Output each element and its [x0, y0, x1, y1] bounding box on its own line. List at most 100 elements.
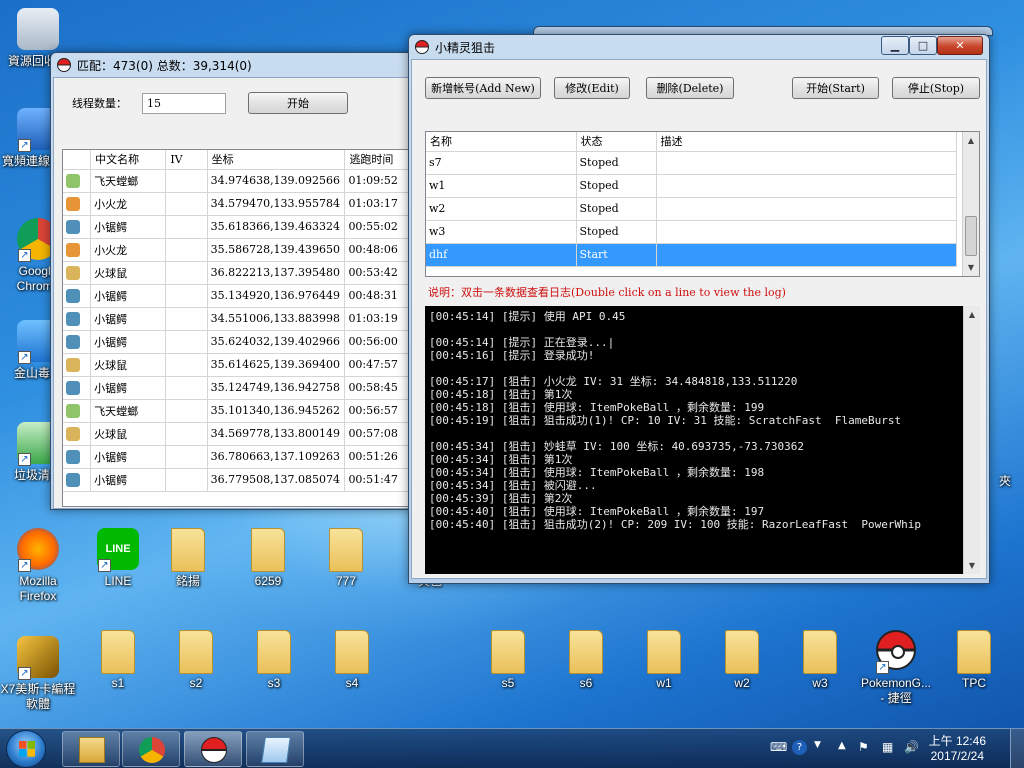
table-row[interactable]: 火球鼠 35.614625,139.369400 00:47:57	[63, 353, 414, 377]
show-desktop-button[interactable]	[1010, 729, 1024, 768]
pokemon-name: 小锯鳄	[90, 307, 167, 331]
thread-count-input[interactable]	[142, 93, 226, 114]
account-row[interactable]: dhf Start	[426, 243, 957, 267]
table-row[interactable]: 火球鼠 34.569778,133.800149 00:57:08	[63, 422, 414, 446]
folder-icon	[96, 630, 140, 674]
pokemon-scanner-window[interactable]: 匹配：473(0) 总数：39,314(0) 线程数量： 开始 中文名称 IV …	[50, 52, 415, 510]
account-row[interactable]: s7 Stoped	[426, 151, 957, 175]
header-account-status[interactable]: 状态	[576, 132, 657, 152]
stop-sniping-button[interactable]: 停止(Stop)	[892, 77, 980, 99]
desktop-shortcut[interactable]: 6259	[230, 528, 306, 589]
close-button[interactable]: ✕	[937, 36, 983, 55]
scanner-start-button[interactable]: 开始	[248, 92, 348, 114]
volume-icon[interactable]: 🔊	[904, 740, 919, 754]
table-row[interactable]: 小锯鳄 35.618366,139.463324 00:55:02	[63, 215, 414, 239]
sniper-window[interactable]: 小精灵狙击 ▁ □ ✕ 新增帐号(Add New) 修改(Edit) 删除(De…	[408, 34, 990, 584]
taskbar-pokeball-app[interactable]	[184, 731, 242, 767]
header-name[interactable]: 中文名称	[90, 150, 167, 170]
account-list-scrollbar[interactable]: ▲ ▼	[962, 132, 979, 276]
table-row[interactable]: 小锯鳄 35.134920,136.976449 00:48:31	[63, 284, 414, 308]
desktop-shortcut[interactable]: TPC	[936, 630, 1012, 691]
pokemon-iv	[165, 399, 208, 423]
scroll-down-icon[interactable]: ▼	[963, 259, 979, 276]
table-row[interactable]: 飞天螳螂 35.101340,136.945262 00:56:57	[63, 399, 414, 423]
table-row[interactable]: 小锯鳄 35.624032,139.402966 00:56:00	[63, 330, 414, 354]
desktop-shortcut[interactable]: w2	[704, 630, 780, 691]
account-row[interactable]: w3 Stoped	[426, 220, 957, 244]
account-row[interactable]: w2 Stoped	[426, 197, 957, 221]
log-console[interactable]: [00:45:14] [提示] 使用 API 0.45 [00:45:14] […	[425, 306, 980, 574]
header-flee-time[interactable]: 逃跑时间	[344, 150, 414, 170]
network-icon[interactable]: ▦	[882, 740, 893, 754]
add-account-button[interactable]: 新增帐号(Add New)	[425, 77, 541, 99]
delete-account-button[interactable]: 删除(Delete)	[646, 77, 734, 99]
edit-account-button[interactable]: 修改(Edit)	[554, 77, 630, 99]
desktop-shortcut-label: 6259	[254, 574, 282, 588]
table-row[interactable]: 小锯鳄 35.124749,136.942758 00:58:45	[63, 376, 414, 400]
desktop-shortcut-label: 銘揚	[175, 574, 200, 588]
account-list[interactable]: 名称 状态 描述 s7 Stoped w1 Stoped w2 Stoped w3 Stope…	[425, 131, 980, 277]
desktop-shortcut[interactable]: LINE ↗ LINE	[80, 528, 156, 589]
scroll-up-icon[interactable]: ▲	[963, 132, 979, 149]
desktop-shortcut[interactable]: w1	[626, 630, 702, 691]
header-account-desc[interactable]: 描述	[656, 132, 957, 152]
pokeball-icon	[57, 58, 71, 72]
header-icon-col	[63, 150, 92, 170]
desktop-shortcut[interactable]: ↗ X7美斯卡編程軟體	[0, 636, 76, 712]
scanner-title: 匹配：473(0) 总数：39,314(0)	[77, 58, 252, 73]
pokemon-coord: 36.779508,137.085074	[207, 468, 346, 492]
desktop-shortcut[interactable]: ↗ Mozilla Firefox	[0, 528, 76, 604]
pokemon-coord: 34.974638,139.092566	[207, 169, 346, 193]
log-scroll-down-icon[interactable]: ▼	[964, 557, 980, 574]
table-row[interactable]: 小火龙 34.579470,133.955784 01:03:17	[63, 192, 414, 216]
table-row[interactable]: 火球鼠 36.822213,137.395480 00:53:42	[63, 261, 414, 285]
pokemon-sprite-icon	[66, 472, 80, 487]
scanner-titlebar[interactable]: 匹配：473(0) 总数：39,314(0)	[51, 53, 414, 77]
pokemon-flee-time: 00:51:47	[344, 468, 414, 492]
system-clock[interactable]: 上午 12:46 2017/2/24	[929, 734, 986, 764]
minimize-button[interactable]: ▁	[881, 36, 909, 55]
taskbar-notes[interactable]	[246, 731, 304, 767]
log-scroll-up-icon[interactable]: ▲	[964, 306, 980, 323]
pokemon-iv	[165, 445, 208, 469]
pokemon-sprite-icon	[66, 173, 80, 188]
pokemon-sprite-icon	[66, 311, 80, 326]
desktop-shortcut[interactable]: s4	[314, 630, 390, 691]
account-name: w2	[426, 197, 577, 221]
desktop-shortcut[interactable]: w3	[782, 630, 858, 691]
table-row[interactable]: 飞天螳螂 34.974638,139.092566 01:09:52	[63, 169, 414, 193]
pokemon-iv	[165, 215, 208, 239]
header-account-name[interactable]: 名称	[426, 132, 577, 152]
desktop-shortcut[interactable]: s3	[236, 630, 312, 691]
start-button[interactable]	[6, 730, 46, 768]
desktop-shortcut[interactable]: s5	[470, 630, 546, 691]
desktop-shortcut[interactable]: 銘揚	[150, 528, 226, 589]
header-iv[interactable]: IV	[165, 150, 208, 170]
start-sniping-button[interactable]: 开始(Start)	[792, 77, 879, 99]
table-row[interactable]: 小锯鳄 36.780663,137.109263 00:51:26	[63, 445, 414, 469]
pokemon-coord: 35.124749,136.942758	[207, 376, 346, 400]
header-coord[interactable]: 坐标	[207, 150, 346, 170]
desktop-shortcut[interactable]: s6	[548, 630, 624, 691]
pokemon-sprite-icon	[66, 426, 80, 441]
pokemon-table[interactable]: 中文名称 IV 坐标 逃跑时间 飞天螳螂 34.974638,139.092566…	[62, 149, 415, 507]
table-row[interactable]: 小锯鳄 36.779508,137.085074 00:51:47	[63, 468, 414, 492]
desktop-shortcut[interactable]: ↗ PokemonG... - 捷徑	[858, 630, 934, 706]
desktop-shortcut[interactable]: s2	[158, 630, 234, 691]
tray-expand-icon[interactable]: ▼	[814, 740, 821, 750]
taskbar-chrome[interactable]	[122, 731, 180, 767]
maximize-button[interactable]: □	[909, 36, 937, 55]
account-row[interactable]: w1 Stoped	[426, 174, 957, 198]
account-name: dhf	[426, 243, 577, 267]
desktop-shortcut[interactable]: s1	[80, 630, 156, 691]
log-scrollbar[interactable]: ▲ ▼	[963, 306, 980, 574]
taskbar-explorer[interactable]	[62, 731, 120, 767]
table-row[interactable]: 小火龙 35.586728,139.439650 00:48:06	[63, 238, 414, 262]
scroll-thumb[interactable]	[965, 216, 977, 256]
action-center-icon[interactable]: ⚑	[858, 740, 869, 754]
tray-arrow-icon[interactable]: ▲	[838, 740, 846, 751]
desktop-shortcut[interactable]: 777	[308, 528, 384, 589]
help-icon[interactable]: ?	[792, 740, 807, 755]
keyboard-icon[interactable]: ⌨	[770, 740, 787, 754]
table-row[interactable]: 小锯鳄 34.551006,133.883998 01:03:19	[63, 307, 414, 331]
